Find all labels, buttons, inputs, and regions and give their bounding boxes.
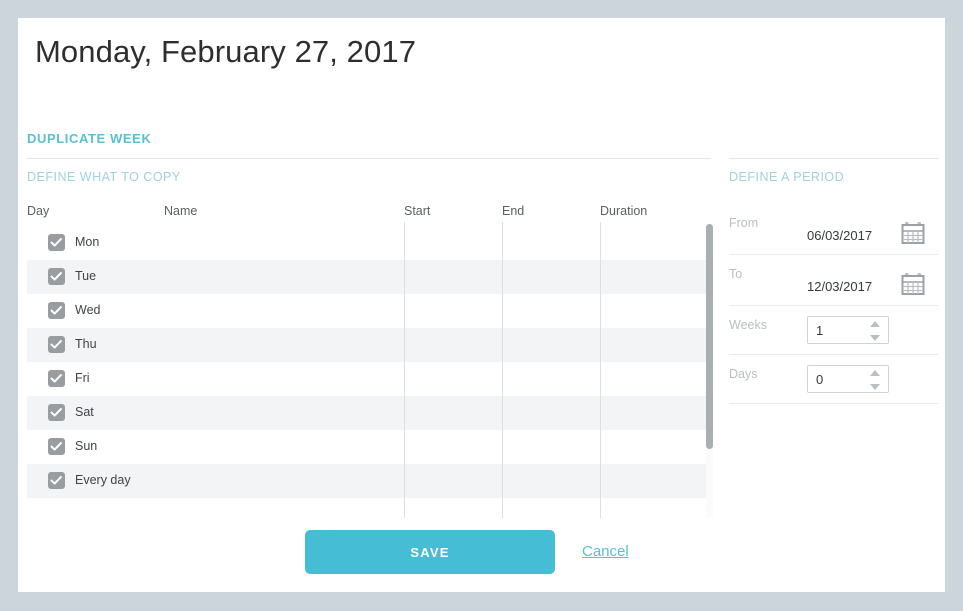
column-header-start: Start	[404, 204, 431, 218]
day-checkbox[interactable]	[48, 438, 65, 455]
divider-right	[729, 158, 938, 159]
day-checkbox[interactable]	[48, 472, 65, 489]
column-divider-start	[404, 222, 405, 518]
row-body-cell	[158, 328, 711, 362]
field-label-to: To	[729, 267, 743, 281]
field-to: To 12/03/2017	[729, 255, 938, 306]
to-date-value[interactable]: 12/03/2017	[807, 279, 872, 294]
table-scrollbar-thumb[interactable]	[706, 224, 713, 449]
weeks-value[interactable]: 1	[816, 323, 823, 338]
save-button[interactable]: SAVE	[305, 530, 555, 574]
field-from: From 06/03/2017	[729, 204, 938, 255]
column-header-name: Name	[164, 204, 198, 218]
day-checkbox[interactable]	[48, 370, 65, 387]
weeks-stepper[interactable]: 1	[807, 316, 889, 344]
copy-table: Day Name Start End Duration Mon Tue Wed Thu…	[18, 204, 713, 518]
field-label-days: Days	[729, 367, 758, 381]
column-header-duration: Duration	[600, 204, 648, 218]
table-row: Every day	[18, 464, 713, 498]
row-body-cell	[158, 430, 711, 464]
column-divider-end	[502, 222, 503, 518]
column-header-end: End	[502, 204, 525, 218]
day-label: Fri	[75, 371, 90, 385]
subsection-title-define-what-to-copy: DEFINE WHAT TO COPY	[27, 170, 181, 184]
row-body-cell	[158, 294, 711, 328]
field-weeks: Weeks 1	[729, 306, 938, 355]
day-cell: Thu	[27, 328, 159, 362]
table-row: Tue	[18, 260, 713, 294]
day-checkbox[interactable]	[48, 234, 65, 251]
divider-left	[27, 158, 711, 159]
day-cell: Mon	[27, 226, 159, 260]
table-row: Sat	[18, 396, 713, 430]
chevron-up-icon[interactable]	[870, 370, 880, 376]
day-checkbox[interactable]	[48, 404, 65, 421]
row-body-cell	[158, 464, 711, 498]
day-label: Tue	[75, 269, 97, 283]
table-row: Sun	[18, 430, 713, 464]
page-title: Monday, February 27, 2017	[35, 34, 417, 69]
day-cell: Wed	[27, 294, 159, 328]
day-checkbox[interactable]	[48, 336, 65, 353]
subsection-title-define-a-period: DEFINE A PERIOD	[729, 170, 845, 184]
day-cell: Sat	[27, 396, 159, 430]
calendar-icon[interactable]	[901, 273, 925, 300]
chevron-up-icon[interactable]	[870, 321, 880, 327]
day-cell: Sun	[27, 430, 159, 464]
days-value[interactable]: 0	[816, 372, 823, 387]
table-row: Wed	[18, 294, 713, 328]
days-stepper[interactable]: 0	[807, 365, 889, 393]
day-label: Thu	[75, 337, 97, 351]
period-panel: From 06/03/2017 To 12/03/2017 Weeks 1 Da…	[729, 204, 938, 404]
field-label-from: From	[729, 216, 759, 230]
column-divider-duration	[600, 222, 601, 518]
table-row: Thu	[18, 328, 713, 362]
day-checkbox[interactable]	[48, 268, 65, 285]
day-label: Sun	[75, 439, 98, 453]
row-body-cell	[158, 362, 711, 396]
day-label: Wed	[75, 303, 101, 317]
chevron-down-icon[interactable]	[870, 335, 880, 341]
field-days: Days 0	[729, 355, 938, 404]
row-body-cell	[158, 226, 711, 260]
row-body-cell	[158, 260, 711, 294]
from-date-value[interactable]: 06/03/2017	[807, 228, 872, 243]
row-body-cell	[158, 396, 711, 430]
section-title-duplicate-week: DUPLICATE WEEK	[27, 131, 152, 146]
day-label: Sat	[75, 405, 94, 419]
day-label: Every day	[75, 473, 131, 487]
table-row: Mon	[18, 226, 713, 260]
day-checkbox[interactable]	[48, 302, 65, 319]
days-spinner[interactable]	[870, 370, 881, 390]
weeks-spinner[interactable]	[870, 321, 881, 341]
duplicate-week-card: Monday, February 27, 2017 DUPLICATE WEEK…	[18, 18, 945, 592]
calendar-icon[interactable]	[901, 222, 925, 249]
field-label-weeks: Weeks	[729, 318, 767, 332]
day-cell: Fri	[27, 362, 159, 396]
column-header-day: Day	[27, 204, 50, 218]
table-row: Fri	[18, 362, 713, 396]
cancel-link[interactable]: Cancel	[582, 543, 629, 560]
table-rows: Mon Tue Wed Thu Fri Sat Sun Every day	[18, 226, 713, 518]
day-cell: Every day	[27, 464, 159, 498]
day-label: Mon	[75, 235, 100, 249]
chevron-down-icon[interactable]	[870, 384, 880, 390]
day-cell: Tue	[27, 260, 159, 294]
